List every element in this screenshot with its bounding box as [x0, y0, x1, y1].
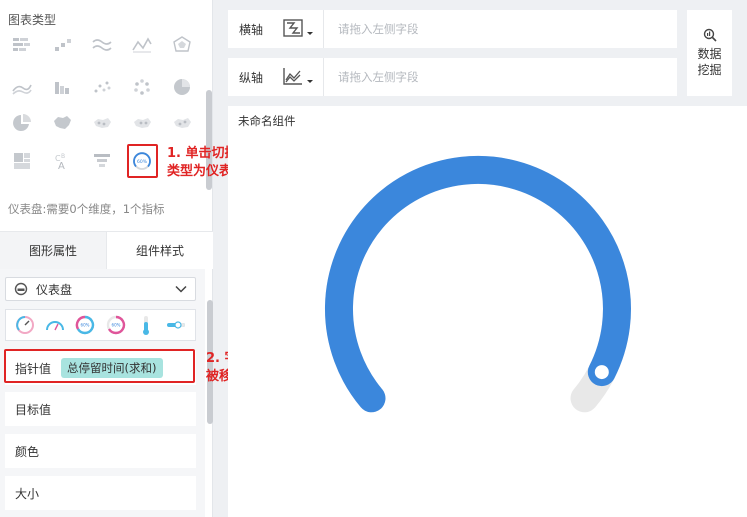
gauge-end-knob — [594, 365, 609, 380]
pie-outline-icon[interactable] — [2, 108, 42, 138]
y-axis-type-toggle[interactable] — [274, 58, 324, 96]
dot-map-icon[interactable] — [82, 108, 122, 138]
left-panel: 图表类型 C B A 60% 仪表盘:需要0个维度，1个指标 图形属性 组件样式… — [0, 0, 213, 517]
pie-icon[interactable] — [162, 72, 202, 102]
gauge-ring-2-icon[interactable]: 60% — [105, 314, 127, 336]
tab-graph-props[interactable]: 图形属性 — [0, 232, 106, 269]
gauge-chart — [324, 155, 631, 413]
bubble-icon[interactable] — [122, 72, 162, 102]
china-map-icon[interactable] — [42, 108, 82, 138]
chart-type-hint: 仪表盘:需要0个维度，1个指标 — [8, 202, 165, 216]
property-tabs: 图形属性 组件样式 — [0, 231, 213, 269]
gauge-slider-icon[interactable] — [165, 314, 187, 336]
x-axis-drop-zone[interactable]: 请拖入左侧字段 — [324, 21, 419, 37]
gauge-ring-icon[interactable]: 60% — [74, 314, 96, 336]
bar-chart-icon[interactable] — [42, 72, 82, 102]
color-row[interactable]: 颜色 — [5, 434, 196, 468]
y-axis-label: 纵轴 — [238, 70, 263, 85]
target-value-row[interactable]: 目标值 — [5, 392, 196, 426]
scatter-icon[interactable] — [82, 72, 122, 102]
x-axis-field: 横轴 请拖入左侧字段 — [228, 10, 677, 48]
data-mining-button[interactable]: 数据 挖掘 — [687, 10, 732, 96]
size-label: 大小 — [15, 486, 40, 501]
dot-map-2-icon[interactable] — [122, 108, 162, 138]
gauge-pointer-icon[interactable] — [14, 314, 36, 336]
props-panel: 仪表盘 60% 60% 指针值 总停留时间(求和) 目标值 颜色 大小 — [0, 269, 205, 517]
annotation-box-gauge — [127, 144, 158, 178]
wave-icon[interactable] — [82, 30, 122, 60]
x-axis-type-toggle[interactable] — [274, 10, 324, 48]
gauge-subtype-list: 60% 60% — [5, 309, 196, 341]
data-mining-label-2: 挖掘 — [697, 63, 722, 77]
gauge-tube-icon[interactable] — [135, 314, 157, 336]
stacked-bar-icon[interactable] — [2, 30, 42, 60]
chart-type-title: 图表类型 — [8, 13, 57, 27]
x-axis-label: 横轴 — [238, 22, 263, 37]
gauge-value-arc — [324, 155, 631, 413]
gauge-select-icon — [14, 282, 28, 296]
area-line-icon[interactable] — [2, 72, 42, 102]
polar-icon[interactable] — [162, 30, 202, 60]
y-axis-chart-icon — [282, 68, 313, 85]
size-row[interactable]: 大小 — [5, 476, 196, 510]
funnel-icon[interactable] — [82, 146, 122, 176]
radar-line-icon[interactable] — [122, 30, 162, 60]
target-value-label: 目标值 — [15, 402, 52, 417]
x-axis-chart-icon — [282, 19, 313, 37]
scatter-step-icon[interactable] — [42, 30, 82, 60]
y-axis-drop-zone[interactable]: 请拖入左侧字段 — [324, 69, 419, 85]
chevron-down-icon — [175, 285, 187, 293]
gauge-type-select[interactable]: 仪表盘 — [5, 277, 196, 301]
chart-canvas: 未命名组件 — [228, 106, 747, 517]
annotation-box-pointer — [4, 349, 195, 383]
y-axis-field: 纵轴 请拖入左侧字段 — [228, 58, 677, 96]
svg-text:B: B — [61, 153, 65, 160]
color-label: 颜色 — [15, 444, 40, 459]
dot-map-3-icon[interactable] — [162, 108, 202, 138]
word-cloud-icon[interactable]: CBA — [42, 146, 82, 176]
svg-text:A: A — [58, 161, 65, 172]
gauge-half-icon[interactable] — [44, 314, 66, 336]
gauge-select-label: 仪表盘 — [36, 282, 73, 297]
data-mining-icon — [703, 28, 717, 42]
tab-component-style[interactable]: 组件样式 — [106, 232, 213, 269]
treemap-icon[interactable] — [2, 146, 42, 176]
data-mining-label-1: 数据 — [697, 47, 722, 61]
svg-text:60%: 60% — [111, 323, 120, 328]
svg-text:60%: 60% — [81, 323, 90, 328]
